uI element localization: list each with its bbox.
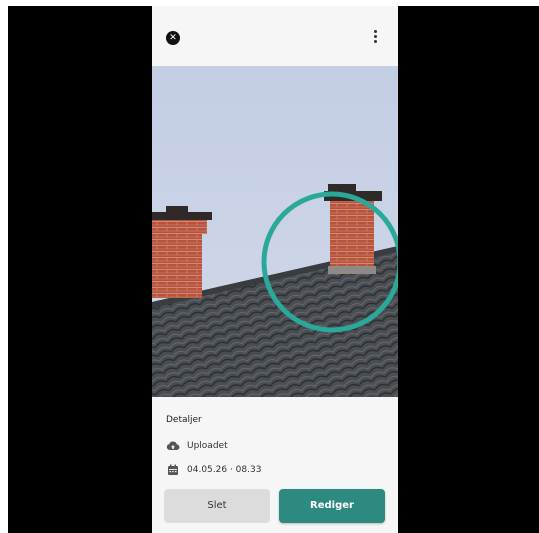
delete-button[interactable]: Slet bbox=[164, 489, 270, 523]
cloud-upload-icon bbox=[166, 441, 180, 451]
details-panel: Detaljer Uploadet 04.05.26 · 08.33 Slet … bbox=[152, 397, 398, 533]
top-bar: ✕ bbox=[152, 6, 398, 66]
calendar-icon bbox=[168, 464, 178, 475]
details-title: Detaljer bbox=[166, 415, 202, 425]
upload-status-text: Uploadet bbox=[187, 441, 228, 451]
date-row: 04.05.26 · 08.33 bbox=[166, 463, 261, 477]
close-icon[interactable]: ✕ bbox=[166, 31, 180, 45]
upload-status-row: Uploadet bbox=[166, 439, 228, 453]
edit-button[interactable]: Rediger bbox=[279, 489, 385, 523]
app-screen: ✕ Detaljer Uploadet 04.05.26 · 08.33 Sle… bbox=[152, 6, 398, 533]
more-vertical-icon[interactable] bbox=[370, 30, 380, 46]
roof-photo bbox=[152, 66, 398, 397]
date-text: 04.05.26 · 08.33 bbox=[187, 465, 262, 475]
